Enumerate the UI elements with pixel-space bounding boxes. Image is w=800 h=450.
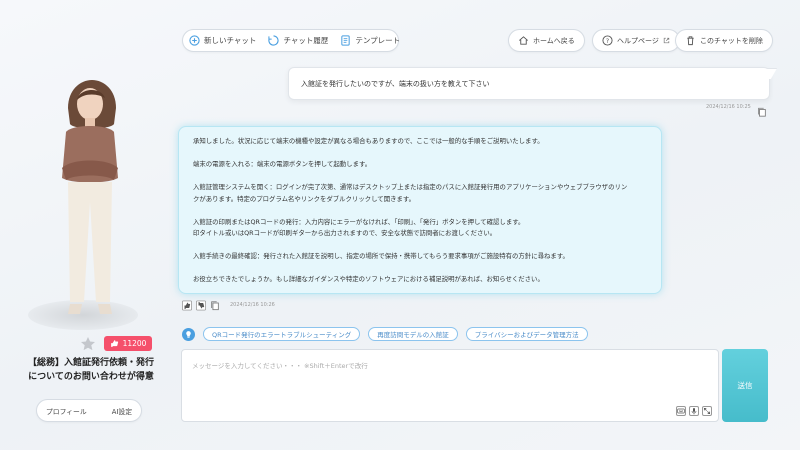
help-label: ヘルプページ: [617, 36, 659, 45]
ai-line: 端末の電源を入れる：端末の電源ボタンを押して起動します。: [193, 160, 372, 168]
thumbs-up-icon[interactable]: [182, 300, 192, 310]
ai-line: 印タイトル或いはQRコードが印刷ギターから出力されますので、安全な状態で訪問者に…: [193, 229, 497, 237]
tab-ai-settings[interactable]: AI設定: [112, 406, 132, 416]
chat-history-label: チャット履歴: [283, 36, 329, 45]
chat-history-button[interactable]: チャット履歴: [268, 35, 328, 46]
lightbulb-icon: [182, 327, 195, 341]
ai-line: 入館証管理システムを開く：ログインが完了次第、通常はデスクトップ上または指定のパ…: [193, 183, 628, 191]
trash-icon: [685, 35, 696, 46]
new-chat-label: 新しいチャット: [204, 36, 257, 45]
send-button[interactable]: 送信: [722, 349, 768, 422]
favorite-star-icon[interactable]: [80, 336, 96, 352]
microphone-icon[interactable]: [689, 406, 699, 416]
ai-line: 承知しました。状況に応じて端末の機種や設定が異なる場合もありますので、ここでは一…: [193, 137, 544, 145]
ai-message-timestamp: 2024/12/16 10:26: [230, 302, 275, 308]
template-button[interactable]: テンプレート: [340, 35, 400, 46]
ai-line: 入館手続きの最終確認：発行された入館証を説明し、指定の場所で保持・携帯してもらう…: [193, 252, 569, 260]
copy-icon[interactable]: [757, 107, 767, 117]
ai-line: クがあります。特定のプログラム名やリンクをダブルクリックして開きます。: [193, 194, 416, 203]
plus-circle-icon: [189, 35, 200, 46]
home-button[interactable]: ホームへ戻る: [508, 29, 585, 52]
external-link-icon: [663, 37, 670, 44]
new-chat-button[interactable]: 新しいチャット: [189, 35, 256, 46]
ai-line: お役立ちできたでしょうか。もし詳細なガイダンスや特定のソフトウェアにおける補足説…: [193, 275, 544, 283]
ai-line: 入館証の印刷またはQRコードの発行：入力内容にエラーがなければ、「印刷」、「発行…: [193, 217, 525, 226]
user-message-text: 入館証を発行したいのですが、端末の扱い方を教えて下さい: [301, 79, 490, 88]
template-label: テンプレート: [355, 36, 401, 45]
agent-name: 【総務】入館証発行依頼・発行についてのお問い合わせが得意: [27, 358, 154, 382]
score-badge: 11200: [104, 336, 152, 351]
history-icon: [268, 35, 280, 46]
expand-icon[interactable]: [702, 406, 712, 416]
score-value: 11200: [122, 339, 147, 348]
suggestion-chip[interactable]: 再度訪問モデルの入館証: [368, 327, 458, 341]
thumbs-up-icon: [110, 339, 119, 348]
help-icon: ?: [602, 35, 613, 46]
user-message-timestamp: 2024/12/16 10:25: [706, 104, 751, 110]
delete-chat-button[interactable]: このチャットを削除: [675, 29, 773, 52]
ai-message-actions: [182, 300, 220, 310]
document-icon: [340, 35, 351, 46]
chat-nav: 新しいチャット チャット履歴 テンプレート: [182, 29, 400, 52]
home-label: ホームへ戻る: [533, 36, 575, 45]
delete-chat-label: このチャットを削除: [700, 36, 763, 45]
tab-profile[interactable]: プロフィール: [46, 406, 87, 416]
suggestion-row: QRコード発行のエラートラブルシューティング 再度訪問モデルの入館証 プライバシ…: [182, 327, 588, 341]
suggestion-chip[interactable]: QRコード発行のエラートラブルシューティング: [203, 327, 361, 341]
suggestion-chip[interactable]: プライバシーおよびデータ管理方法: [465, 327, 588, 341]
user-message-bubble: 入館証を発行したいのですが、端末の扱い方を教えて下さい: [288, 67, 770, 100]
message-input[interactable]: [182, 350, 718, 421]
keyboard-icon[interactable]: [676, 406, 686, 416]
home-icon: [518, 35, 529, 46]
input-tools: [676, 406, 712, 416]
copy-icon[interactable]: [210, 300, 220, 310]
ai-message-bubble: 承知しました。状況に応じて端末の機種や設定が異なる場合もありますので、ここでは一…: [178, 126, 662, 294]
help-page-button[interactable]: ? ヘルプページ: [592, 29, 680, 52]
agent-avatar: [40, 78, 140, 328]
thumbs-down-icon[interactable]: [196, 300, 206, 310]
svg-text:?: ?: [606, 37, 609, 45]
message-input-container: [181, 349, 719, 422]
agent-tabs: プロフィール AI設定: [36, 399, 142, 422]
